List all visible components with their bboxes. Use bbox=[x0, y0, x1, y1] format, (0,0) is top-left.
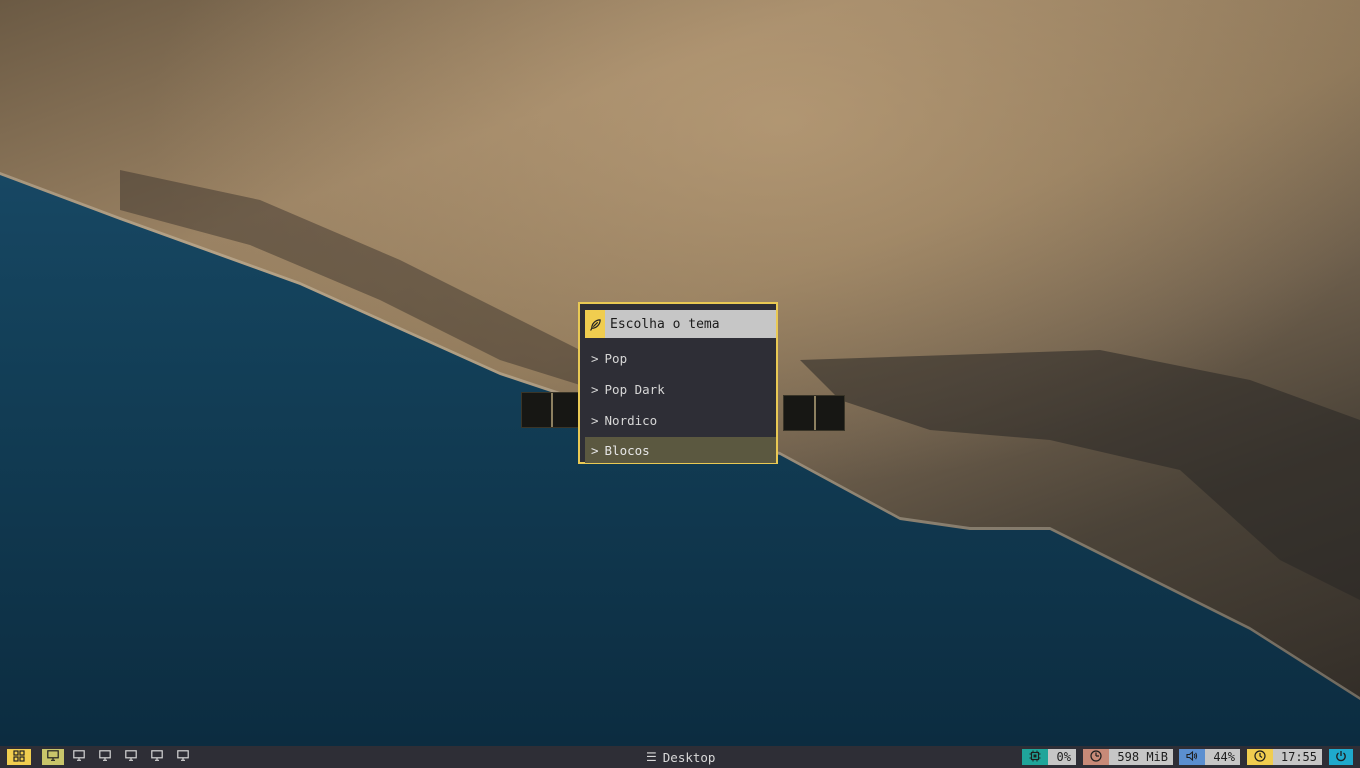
memory-value: 598 MiB bbox=[1109, 749, 1173, 765]
theme-selector-menu: Escolha o tema > Pop > Pop Dark > Nordic… bbox=[578, 302, 778, 464]
monitor-icon bbox=[151, 750, 163, 764]
speaker-icon bbox=[1186, 750, 1198, 765]
power-button[interactable] bbox=[1329, 749, 1353, 765]
monitor-icon bbox=[47, 750, 59, 764]
power-icon bbox=[1335, 750, 1347, 765]
satellite-solar-panel-left bbox=[521, 392, 581, 428]
theme-option-label: Pop bbox=[604, 350, 628, 366]
theme-option-nordico[interactable]: > Nordico bbox=[585, 407, 776, 433]
workspace-2[interactable] bbox=[68, 749, 90, 765]
item-arrow: > bbox=[591, 381, 599, 397]
item-arrow: > bbox=[591, 412, 599, 428]
theme-option-label: Blocos bbox=[604, 442, 650, 458]
clock-module[interactable] bbox=[1247, 749, 1273, 765]
theme-option-pop-dark[interactable]: > Pop Dark bbox=[585, 376, 776, 402]
app-launcher-button[interactable] bbox=[7, 749, 31, 765]
cpu-value: 0% bbox=[1048, 749, 1076, 765]
workspace-1[interactable] bbox=[42, 749, 64, 765]
status-bar: ☰ Desktop 0% 598 MiB 44% 17:55 bbox=[0, 746, 1360, 768]
monitor-icon bbox=[125, 750, 137, 764]
volume-value: 44% bbox=[1205, 749, 1240, 765]
workspace-6[interactable] bbox=[172, 749, 194, 765]
pie-clock-icon bbox=[1090, 749, 1102, 765]
theme-prompt-text: Escolha o tema bbox=[610, 316, 720, 332]
window-title-text: Desktop bbox=[662, 749, 716, 765]
hamburger-menu-icon: ☰ bbox=[646, 750, 657, 764]
workspace-4[interactable] bbox=[120, 749, 142, 765]
workspace-5[interactable] bbox=[146, 749, 168, 765]
theme-option-label: Nordico bbox=[604, 412, 658, 428]
theme-option-pop[interactable]: > Pop bbox=[585, 345, 776, 371]
monitor-icon bbox=[99, 750, 111, 764]
satellite-solar-panel-right bbox=[783, 395, 845, 431]
monitor-icon bbox=[177, 750, 189, 764]
theme-option-label: Pop Dark bbox=[604, 381, 665, 397]
volume-module[interactable] bbox=[1179, 749, 1205, 765]
clock-value: 17:55 bbox=[1273, 749, 1322, 765]
theme-prompt-bar[interactable]: Escolha o tema bbox=[585, 310, 776, 338]
monitor-icon bbox=[73, 750, 85, 764]
cpu-module[interactable] bbox=[1022, 749, 1048, 765]
workspace-3[interactable] bbox=[94, 749, 116, 765]
feather-icon bbox=[585, 310, 605, 338]
memory-module[interactable] bbox=[1083, 749, 1109, 765]
theme-option-blocos[interactable]: > Blocos bbox=[585, 437, 776, 463]
grid-icon bbox=[13, 749, 25, 765]
cpu-chip-icon bbox=[1029, 750, 1041, 765]
item-arrow: > bbox=[591, 350, 599, 366]
window-title: ☰ Desktop bbox=[646, 749, 715, 765]
item-arrow: > bbox=[591, 442, 599, 458]
clock-icon bbox=[1254, 749, 1266, 765]
